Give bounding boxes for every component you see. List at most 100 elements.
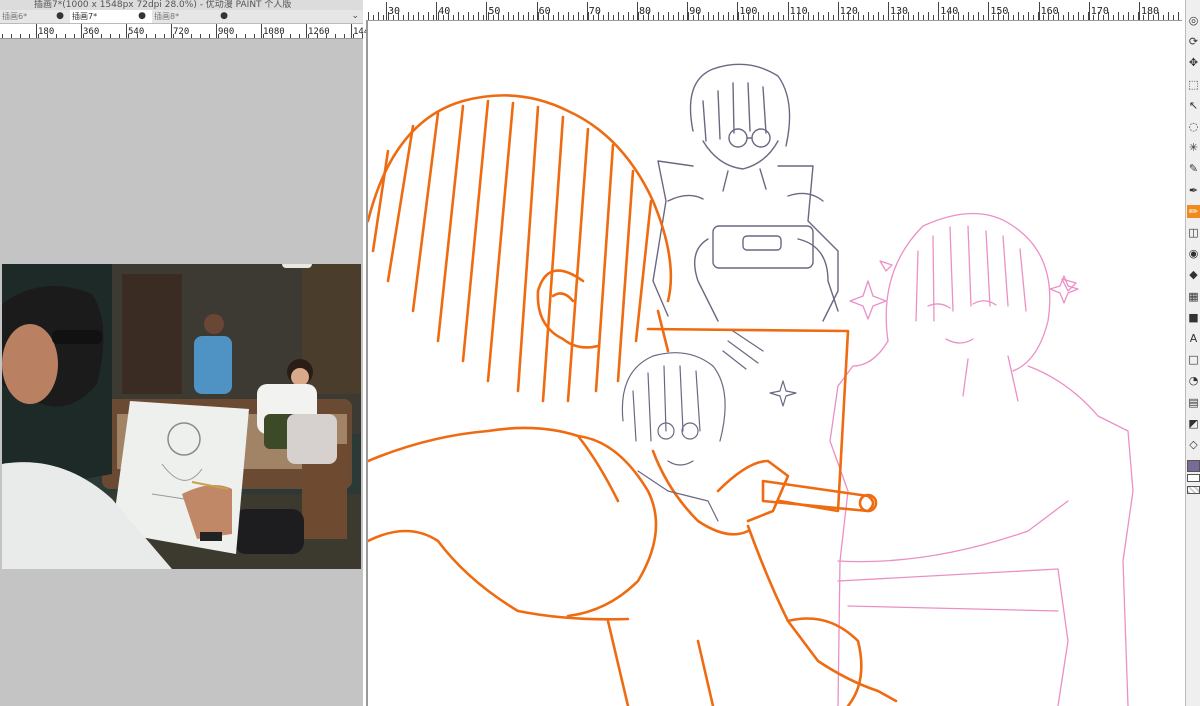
ruler-minor-tick [368, 12, 369, 20]
pink-sketch-figure [829, 212, 1134, 706]
ruler-minor-tick [868, 12, 869, 20]
ruler-minor-tick [843, 15, 844, 20]
drawing-canvas[interactable] [368, 21, 1182, 706]
ruler-minor-tick [613, 15, 614, 20]
ruler-minor-tick [638, 12, 639, 20]
ruler-minor-tick [908, 12, 909, 20]
rotate-icon[interactable]: ⟳ [1187, 35, 1200, 48]
ruler-minor-tick [888, 12, 889, 20]
ruler-minor-tick [513, 15, 514, 20]
ruler-minor-tick [463, 15, 464, 20]
ruler-minor-tick [478, 12, 479, 20]
ruler-minor-tick [227, 34, 228, 38]
ruler-tick [36, 24, 37, 38]
ruler-minor-tick [317, 34, 318, 38]
main-color-swatch[interactable] [1187, 460, 1200, 472]
ruler-minor-tick [408, 12, 409, 20]
eyedropper-icon[interactable]: ✎ [1187, 162, 1200, 175]
ruler-minor-tick [92, 34, 93, 38]
tool-palette: ◎ ⟳ ✥ ⬚ ↖ ◌ ✳ ✎ ✒ ✏ ◫ ◉ ◆ ▦ ■ A □ ◔ ▤ ◩ ◇ [1185, 0, 1200, 706]
ruler-minor-tick [173, 34, 174, 38]
ruler-minor-tick [773, 15, 774, 20]
pencil-icon[interactable]: ✏ [1187, 204, 1200, 218]
ruler-minor-tick [953, 15, 954, 20]
tab-illustration-8[interactable]: 插画8* ● [152, 10, 234, 23]
eraser-icon[interactable]: ◫ [1187, 226, 1200, 239]
ruler-minor-tick [101, 34, 102, 38]
ruler-minor-tick [1148, 12, 1149, 20]
ruler-minor-tick [793, 15, 794, 20]
pen-icon[interactable]: ✒ [1187, 184, 1200, 197]
ruler-minor-tick [119, 34, 120, 38]
ruler-minor-tick [488, 12, 489, 20]
ruler-minor-tick [738, 12, 739, 20]
ruler-minor-tick [498, 12, 499, 20]
ruler-minor-tick [583, 15, 584, 20]
transparent-color-swatch[interactable] [1187, 486, 1200, 494]
fill-icon[interactable]: ◆ [1187, 268, 1200, 281]
ruler-minor-tick [623, 15, 624, 20]
ruler-minor-tick [1063, 15, 1064, 20]
operation-icon[interactable]: ↖ [1187, 99, 1200, 112]
ruler-minor-tick [209, 34, 210, 38]
ruler-minor-tick [658, 12, 659, 20]
selection-icon[interactable]: ⬚ [1187, 78, 1200, 91]
ruler-minor-tick [83, 34, 84, 38]
ruler-minor-tick [893, 15, 894, 20]
ruler-minor-tick [548, 12, 549, 20]
ruler-tick [351, 24, 352, 38]
ruler-minor-tick [1068, 12, 1069, 20]
ruler-minor-tick [393, 15, 394, 20]
ruler-minor-tick [823, 15, 824, 20]
blend-icon[interactable]: ◉ [1187, 247, 1200, 260]
ruler-minor-tick [883, 15, 884, 20]
lasso-icon[interactable]: ◌ [1187, 120, 1200, 133]
ruler-minor-tick [958, 12, 959, 20]
text-icon[interactable]: A [1187, 332, 1200, 345]
sub-color-swatch[interactable] [1187, 474, 1200, 482]
ruler-minor-tick [728, 12, 729, 20]
ruler-minor-tick [788, 12, 789, 20]
ruler-minor-tick [245, 34, 246, 38]
ruler-minor-tick [218, 34, 219, 38]
ruler-minor-tick [1108, 12, 1109, 20]
ruler-minor-tick [838, 12, 839, 20]
balloon-icon[interactable]: ◔ [1187, 374, 1200, 387]
ruler-minor-tick [1038, 12, 1039, 20]
ruler-minor-tick [448, 12, 449, 20]
ruler-minor-tick [648, 12, 649, 20]
ruler-minor-tick [703, 15, 704, 20]
ruler-minor-tick [433, 15, 434, 20]
ruler-minor-tick [344, 34, 345, 38]
ruler-minor-tick [308, 34, 309, 38]
ruler-minor-tick [503, 15, 504, 20]
ruler-minor-tick [783, 15, 784, 20]
ruler-minor-tick [573, 15, 574, 20]
figure-icon[interactable]: ■ [1187, 311, 1200, 324]
ruler-minor-tick [38, 34, 39, 38]
frame-icon[interactable]: □ [1187, 353, 1200, 366]
ruler-tick [306, 24, 307, 38]
zoom-icon[interactable]: ◎ [1187, 14, 1200, 27]
gradient-icon[interactable]: ▦ [1187, 290, 1200, 303]
ruler-tick [386, 2, 387, 20]
tab-illustration-7[interactable]: 插画7* ● [70, 10, 152, 23]
ruler-minor-tick [733, 15, 734, 20]
chevron-down-icon[interactable]: ⌄ [351, 10, 359, 23]
ruler-minor-tick [853, 15, 854, 20]
orange-sketch-figure [368, 94, 898, 706]
correct-line-icon[interactable]: ◇ [1187, 438, 1200, 451]
horizontal-ruler: 180 360 540 720 900 1080 1260 1440 [0, 24, 375, 39]
window-title: 插画7*(1000 x 1548px 72dpi 28.0%) - 优动漫 PA… [34, 0, 292, 10]
move-icon[interactable]: ✥ [1187, 56, 1200, 69]
magic-wand-icon[interactable]: ✳ [1187, 141, 1200, 154]
reference-window: 插画7*(1000 x 1548px 72dpi 28.0%) - 优动漫 PA… [0, 0, 375, 706]
tab-illustration-6[interactable]: 插画6* ● [0, 10, 70, 23]
line-fix-icon[interactable]: ◩ [1187, 417, 1200, 430]
ruler-minor-tick [938, 12, 939, 20]
ruler-icon[interactable]: ▤ [1187, 396, 1200, 409]
ruler-minor-tick [558, 12, 559, 20]
ruler-minor-tick [458, 12, 459, 20]
ruler-minor-tick [56, 34, 57, 38]
ruler-minor-tick [848, 12, 849, 20]
